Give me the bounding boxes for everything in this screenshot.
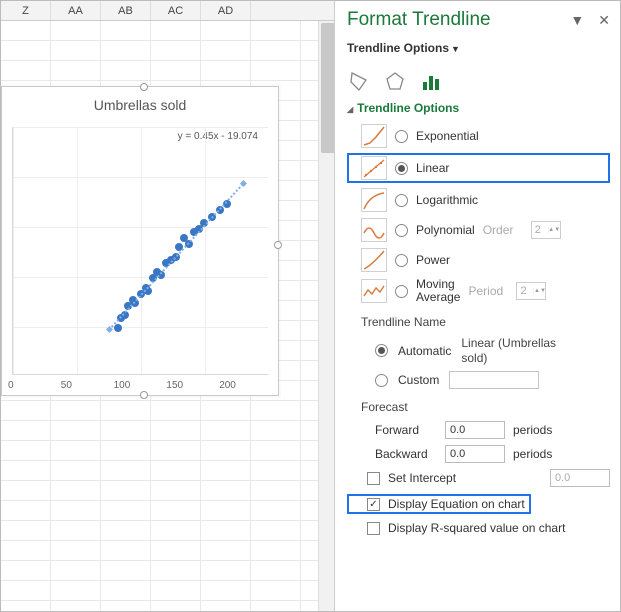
col-header[interactable]: AC — [151, 1, 201, 20]
forecast-forward-row: Forward 0.0 periods — [347, 418, 610, 442]
cell-grid[interactable]: Umbrellas sold y = 0.45x - 19.074 0 50 1… — [1, 21, 336, 611]
selection-handle[interactable] — [140, 391, 148, 399]
intercept-input: 0.0 — [550, 469, 610, 487]
period-spinner[interactable]: 2▲▼ — [516, 282, 546, 300]
selection-handle[interactable] — [274, 241, 282, 249]
name-custom-row[interactable]: Custom — [347, 368, 610, 392]
radio-moving-average[interactable] — [395, 285, 408, 298]
col-header[interactable]: AD — [201, 1, 251, 20]
auto-name-readout: Linear (Umbrellas sold) — [461, 336, 571, 365]
option-polynomial[interactable]: Polynomial Order 2▲▼ — [347, 215, 610, 245]
chart-title[interactable]: Umbrellas sold — [2, 97, 278, 113]
checkbox-display-equation[interactable] — [367, 498, 380, 511]
task-pane-options-icon[interactable]: ▼ — [570, 12, 584, 29]
fill-line-tab-icon[interactable] — [347, 69, 371, 93]
radio-logarithmic[interactable] — [395, 194, 408, 207]
trendline-options-dropdown[interactable]: Trendline Options▼ — [347, 41, 610, 55]
panel-title: Format Trendline — [347, 9, 491, 31]
scrollbar-thumb[interactable] — [321, 23, 335, 153]
radio-automatic[interactable] — [375, 344, 388, 357]
logarithmic-icon — [361, 188, 387, 212]
radio-exponential[interactable] — [395, 130, 408, 143]
forecast-heading: Forecast — [361, 400, 610, 414]
close-icon[interactable]: ✕ — [598, 12, 610, 29]
col-header[interactable]: AA — [51, 1, 101, 20]
order-label: Order — [483, 223, 523, 237]
col-header[interactable]: Z — [1, 1, 51, 20]
format-trendline-panel: Format Trendline ▼ ✕ Trendline Options▼ … — [334, 1, 620, 611]
option-exponential[interactable]: Exponential — [347, 121, 610, 151]
selection-handle[interactable] — [140, 83, 148, 91]
option-moving-average[interactable]: Moving Average Period 2▲▼ — [347, 275, 610, 307]
order-spinner[interactable]: 2▲▼ — [531, 221, 561, 239]
display-equation-row[interactable]: Display Equation on chart — [347, 494, 531, 514]
polynomial-icon — [361, 218, 387, 242]
checkbox-display-rsquared[interactable] — [367, 522, 380, 535]
plot-area[interactable] — [12, 127, 268, 375]
forecast-backward-row: Backward 0.0 periods — [347, 442, 610, 466]
power-icon — [361, 248, 387, 272]
option-linear[interactable]: Linear — [347, 153, 610, 183]
custom-name-input[interactable] — [449, 371, 539, 389]
exponential-icon — [361, 124, 387, 148]
backward-input[interactable]: 0.0 — [445, 445, 505, 463]
moving-average-icon — [361, 279, 387, 303]
trendline[interactable] — [108, 183, 243, 330]
display-rsquared-row[interactable]: Display R-squared value on chart — [347, 518, 610, 538]
radio-linear[interactable] — [395, 162, 408, 175]
set-intercept-row[interactable]: Set Intercept 0.0 — [347, 466, 610, 490]
col-header[interactable]: AB — [101, 1, 151, 20]
radio-polynomial[interactable] — [395, 224, 408, 237]
radio-power[interactable] — [395, 254, 408, 267]
trendline-name-heading: Trendline Name — [361, 315, 610, 329]
option-logarithmic[interactable]: Logarithmic — [347, 185, 610, 215]
name-automatic-row[interactable]: Automatic Linear (Umbrellas sold) — [347, 333, 610, 368]
radio-custom[interactable] — [375, 374, 388, 387]
period-label: Period — [468, 284, 508, 298]
spreadsheet-area[interactable]: Z AA AB AC AD Umbrellas sold y = 0.45x -… — [1, 1, 336, 611]
trendline-options-tab-icon[interactable] — [419, 69, 443, 93]
column-headers: Z AA AB AC AD — [1, 1, 336, 21]
section-trendline-options[interactable]: Trendline Options — [347, 101, 610, 115]
forward-input[interactable]: 0.0 — [445, 421, 505, 439]
panel-tabs — [347, 69, 610, 93]
linear-icon — [361, 156, 387, 180]
effects-tab-icon[interactable] — [383, 69, 407, 93]
checkbox-set-intercept[interactable] — [367, 472, 380, 485]
x-axis-ticks: 0 50 100 150 200 — [2, 380, 278, 391]
option-power[interactable]: Power — [347, 245, 610, 275]
embedded-chart[interactable]: Umbrellas sold y = 0.45x - 19.074 0 50 1… — [1, 86, 279, 396]
